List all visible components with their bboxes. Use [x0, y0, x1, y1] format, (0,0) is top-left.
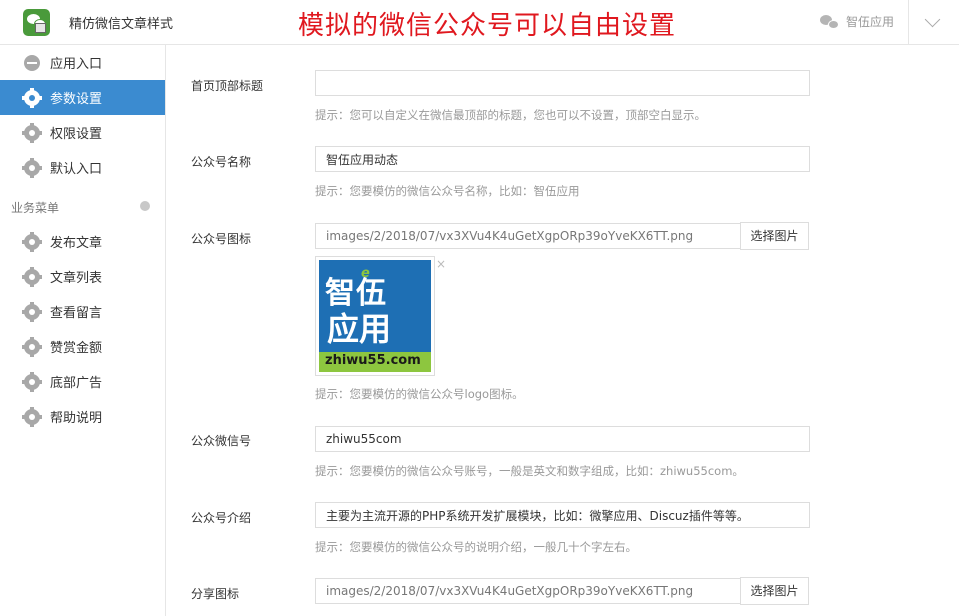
- brand-link[interactable]: 智伍应用: [820, 13, 894, 30]
- account-name-hint: 提示：您要模仿的微信公众号名称，比如：智伍应用: [315, 184, 580, 198]
- gear-icon: [22, 301, 42, 322]
- sidebar-item-label: 应用入口: [50, 57, 103, 72]
- wechat-id-label: 公众微信号: [191, 434, 252, 448]
- zhiwu-logo-image: 智伍 e 应用 zhiwu55.com: [319, 260, 431, 372]
- header-divider: [908, 0, 909, 44]
- wechat-id-hint: 提示：您要模仿的微信公众号账号，一般是英文和数字组成，比如：zhiwu55com…: [315, 464, 744, 478]
- logo-e: e: [361, 266, 370, 281]
- sidebar: 应用入口 参数设置 权限设置 默认入口 业务菜单 发布文章 文章列表 查看留言 …: [0, 45, 166, 616]
- brand-label: 智伍应用: [846, 15, 895, 29]
- gear-icon: [22, 371, 42, 392]
- section-title: 业务菜单: [11, 201, 60, 215]
- sidebar-item-label: 查看留言: [50, 306, 103, 321]
- settings-form: 首页顶部标题 提示：您可以自定义在微信最顶部的标题，您也可以不设置，顶部空白显示…: [166, 45, 959, 616]
- sidebar-item-label: 发布文章: [50, 236, 103, 251]
- wechat-id-input[interactable]: [315, 426, 810, 452]
- sidebar-item-default-entry[interactable]: 默认入口: [0, 150, 165, 185]
- logo-url: zhiwu55.com: [325, 353, 421, 368]
- sidebar-item-permissions[interactable]: 权限设置: [0, 115, 165, 150]
- app-title: 精仿微信文章样式: [69, 17, 174, 32]
- gear-icon: [22, 266, 42, 287]
- app-logo-icon: [23, 9, 50, 36]
- account-name-label: 公众号名称: [191, 155, 252, 169]
- sidebar-item-tips-amount[interactable]: 赞赏金额: [0, 329, 165, 364]
- logo-text-bottom: 应用: [327, 310, 392, 348]
- share-icon-label: 分享图标: [191, 587, 240, 601]
- top-title-hint: 提示：您可以自定义在微信最顶部的标题，您也可以不设置，顶部空白显示。: [315, 108, 706, 122]
- sidebar-item-label: 权限设置: [50, 127, 103, 142]
- gear-icon: [22, 122, 42, 143]
- sidebar-item-help[interactable]: 帮助说明: [0, 399, 165, 434]
- sidebar-item-label: 底部广告: [50, 376, 103, 391]
- sidebar-item-label: 文章列表: [50, 271, 103, 286]
- sidebar-item-article-list[interactable]: 文章列表: [0, 259, 165, 294]
- chevron-down-icon[interactable]: [924, 11, 941, 28]
- banner-text: 模拟的微信公众号可以自由设置: [298, 11, 677, 41]
- gear-icon: [22, 231, 42, 252]
- top-title-label: 首页顶部标题: [191, 79, 264, 93]
- remove-image-icon[interactable]: ×: [436, 257, 446, 271]
- sidebar-item-label: 帮助说明: [50, 411, 103, 426]
- gear-icon: [22, 87, 42, 108]
- account-icon-path-input[interactable]: [315, 223, 741, 249]
- gear-icon: [22, 336, 42, 357]
- sidebar-item-view-comments[interactable]: 查看留言: [0, 294, 165, 329]
- sidebar-item-label: 赞赏金额: [50, 341, 103, 356]
- account-icon-hint: 提示：您要模仿的微信公众号logo图标。: [315, 387, 524, 401]
- collapse-dot-icon[interactable]: [140, 201, 150, 211]
- gear-icon: [22, 157, 42, 178]
- intro-hint: 提示：您要模仿的微信公众号的说明介绍，一般几十个字左右。: [315, 540, 637, 554]
- intro-label: 公众号介绍: [191, 511, 252, 525]
- sidebar-item-label: 参数设置: [50, 92, 103, 107]
- sidebar-item-publish-article[interactable]: 发布文章: [0, 224, 165, 259]
- choose-share-image-button[interactable]: 选择图片: [740, 577, 809, 605]
- share-icon-path-input[interactable]: [315, 578, 741, 604]
- logo-preview: 智伍 e 应用 zhiwu55.com: [315, 256, 435, 376]
- account-name-input[interactable]: [315, 146, 810, 172]
- gear-icon: [22, 406, 42, 427]
- top-title-input[interactable]: [315, 70, 810, 96]
- top-header: 精仿微信文章样式 模拟的微信公众号可以自由设置 智伍应用: [0, 0, 959, 45]
- sidebar-item-label: 默认入口: [50, 162, 103, 177]
- choose-image-button[interactable]: 选择图片: [740, 222, 809, 250]
- account-icon-label: 公众号图标: [191, 232, 252, 246]
- sidebar-item-params[interactable]: 参数设置: [0, 80, 165, 115]
- intro-input[interactable]: [315, 502, 810, 528]
- sidebar-item-bottom-ads[interactable]: 底部广告: [0, 364, 165, 399]
- sidebar-item-app-entry[interactable]: 应用入口: [0, 45, 165, 80]
- chat-icon: [24, 54, 40, 71]
- wechat-icon: [820, 14, 840, 30]
